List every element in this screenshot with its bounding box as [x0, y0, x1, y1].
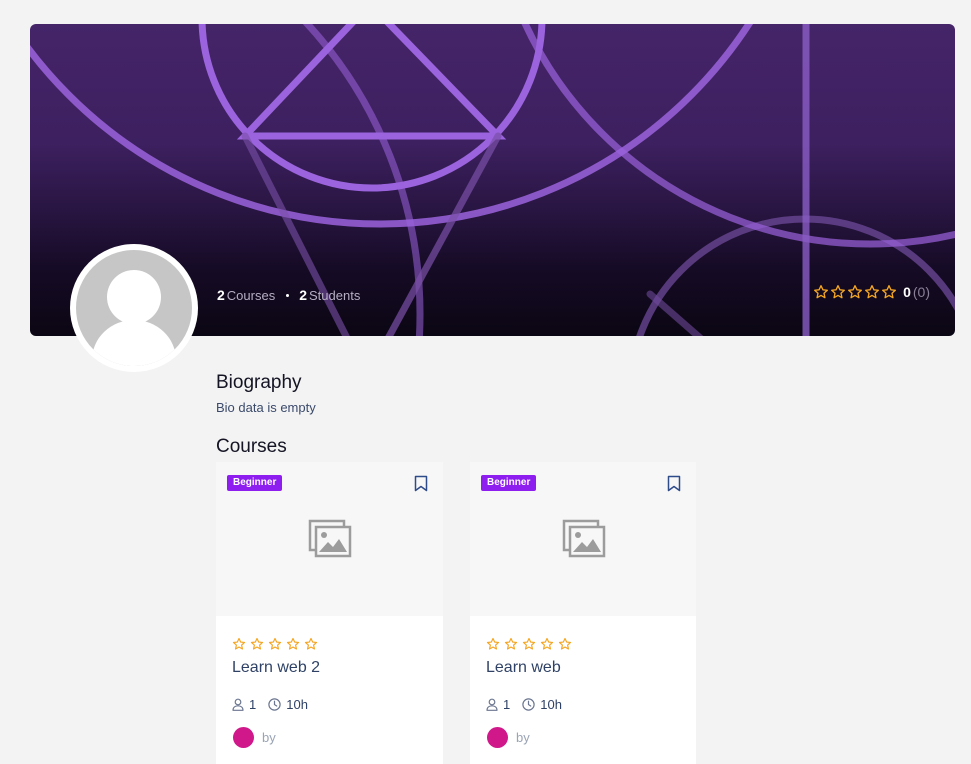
rating-value: 0 — [903, 284, 911, 300]
star-outline-icon — [304, 637, 318, 650]
star-outline-icon — [250, 637, 264, 650]
user-icon — [232, 698, 244, 711]
separator-dot — [286, 293, 290, 297]
course-title-link[interactable]: Learn web — [486, 659, 561, 677]
author-avatar — [233, 727, 254, 748]
star-outline-icon — [522, 637, 536, 650]
course-author[interactable]: by — [233, 727, 276, 748]
star-outline-icon — [232, 637, 246, 650]
course-meta: 1 10h — [232, 697, 308, 712]
author-by-label: by — [262, 730, 276, 745]
course-card[interactable]: Beginner Learn web 1 10h by — [470, 462, 696, 764]
course-thumbnail[interactable]: Beginner — [216, 462, 443, 616]
rating-stars — [813, 284, 897, 300]
course-title-link[interactable]: Learn web 2 — [232, 659, 320, 677]
course-meta: 1 10h — [486, 697, 562, 712]
courses-heading: Courses — [216, 436, 287, 457]
clock-icon — [522, 698, 535, 711]
course-rating-stars — [486, 637, 572, 651]
courses-count: 2 — [217, 287, 225, 303]
enrolled-count: 1 — [503, 697, 511, 712]
star-outline-icon — [268, 637, 282, 650]
course-author[interactable]: by — [487, 727, 530, 748]
course-thumbnail[interactable]: Beginner — [470, 462, 696, 616]
biography-heading: Biography — [216, 372, 302, 393]
level-badge: Beginner — [481, 475, 537, 491]
students-label: Students — [309, 287, 361, 303]
rating-count: (0) — [912, 284, 930, 300]
star-outline-icon — [486, 637, 500, 650]
course-duration: 10h — [540, 697, 562, 712]
course-duration: 10h — [286, 697, 308, 712]
user-icon — [486, 698, 498, 711]
bookmark-icon[interactable] — [414, 475, 428, 497]
star-outline-icon — [504, 637, 518, 650]
star-outline-icon — [286, 637, 300, 650]
author-avatar — [487, 727, 508, 748]
star-outline-icon — [848, 285, 863, 299]
course-rating-stars — [232, 637, 318, 651]
image-placeholder-icon — [562, 519, 606, 564]
star-outline-icon — [831, 285, 846, 299]
instructor-avatar — [70, 244, 198, 372]
level-badge: Beginner — [227, 475, 283, 491]
students-count: 2 — [299, 287, 308, 303]
star-outline-icon — [558, 637, 572, 650]
instructor-rating: 0 (0) — [813, 284, 930, 300]
star-outline-icon — [865, 285, 880, 299]
enrolled-count: 1 — [249, 697, 257, 712]
star-outline-icon — [540, 637, 554, 650]
avatar-placeholder-icon — [76, 250, 192, 366]
biography-text: Bio data is empty — [216, 400, 316, 415]
profile-stats: 2 Courses 2 Students — [217, 287, 360, 303]
author-by-label: by — [516, 730, 530, 745]
courses-label: Courses — [226, 287, 276, 303]
star-outline-icon — [814, 285, 829, 299]
clock-icon — [268, 698, 281, 711]
star-outline-icon — [882, 285, 897, 299]
image-placeholder-icon — [308, 519, 352, 564]
course-card[interactable]: Beginner Learn web 2 1 10h by — [216, 462, 443, 764]
bookmark-icon[interactable] — [667, 475, 681, 497]
